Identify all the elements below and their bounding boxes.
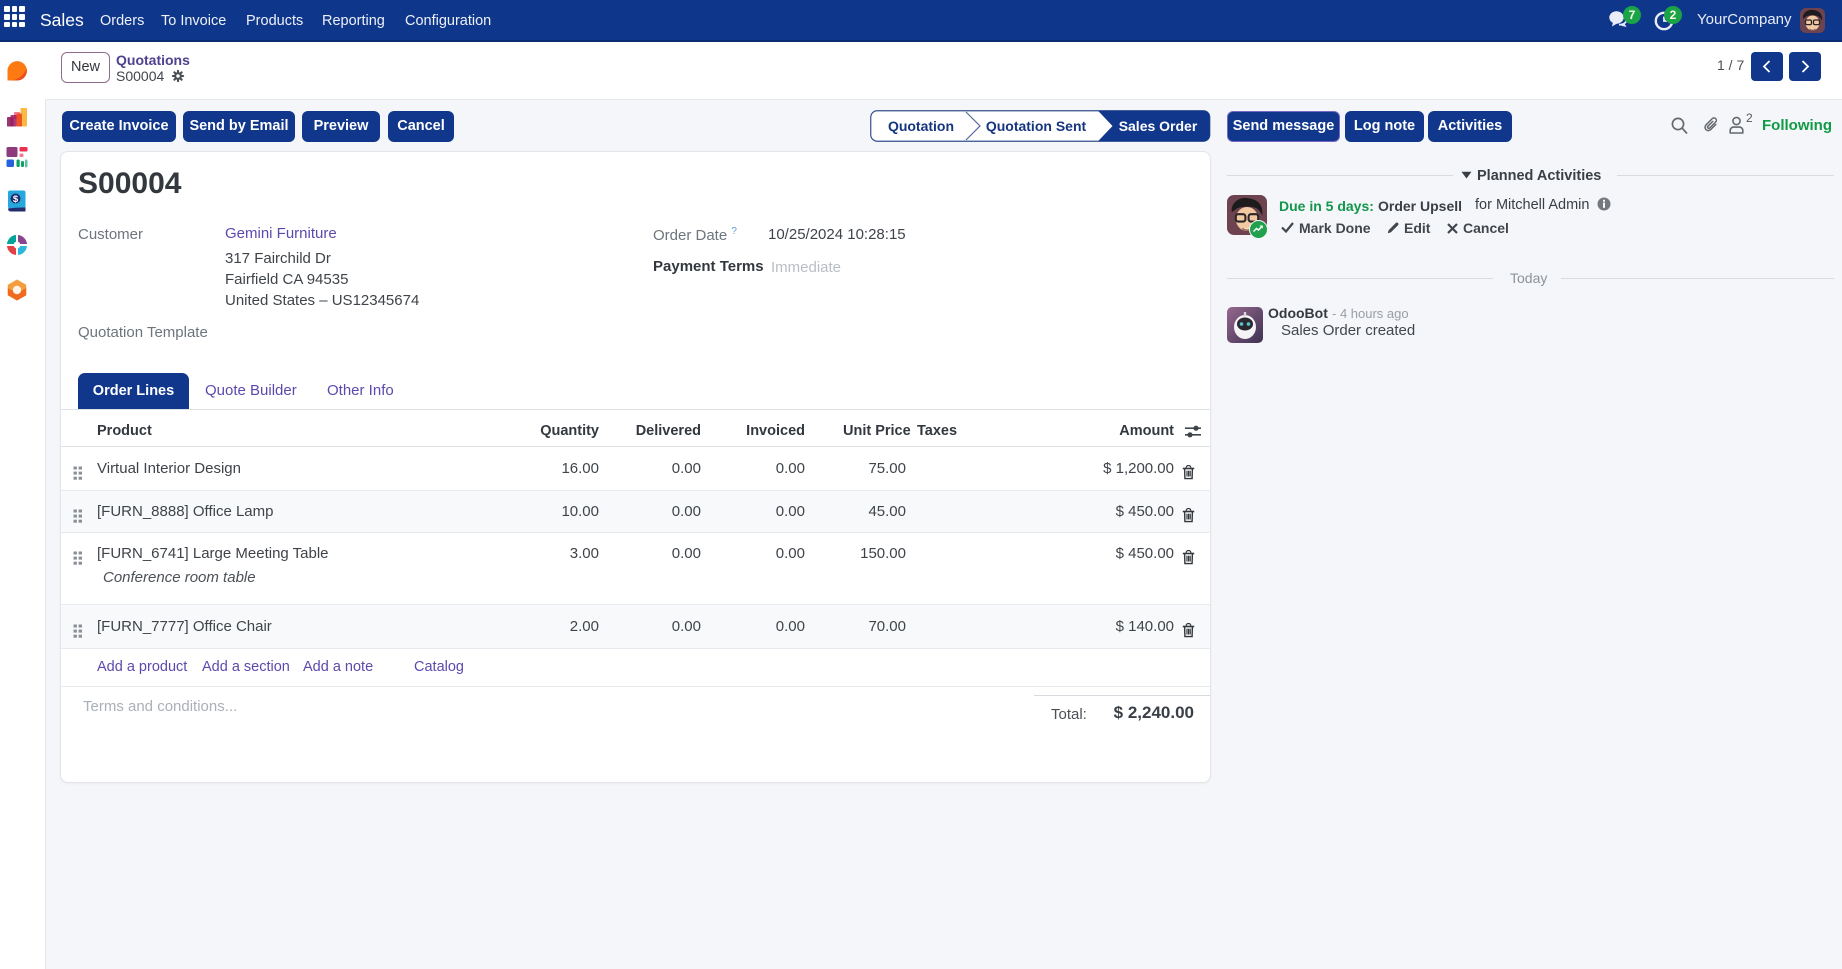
svg-text:Sales Order: Sales Order — [1119, 118, 1198, 134]
svg-text:Quotation Sent: Quotation Sent — [986, 118, 1087, 134]
svg-text:Quotation: Quotation — [888, 118, 954, 134]
svg-text:$: $ — [13, 194, 19, 205]
